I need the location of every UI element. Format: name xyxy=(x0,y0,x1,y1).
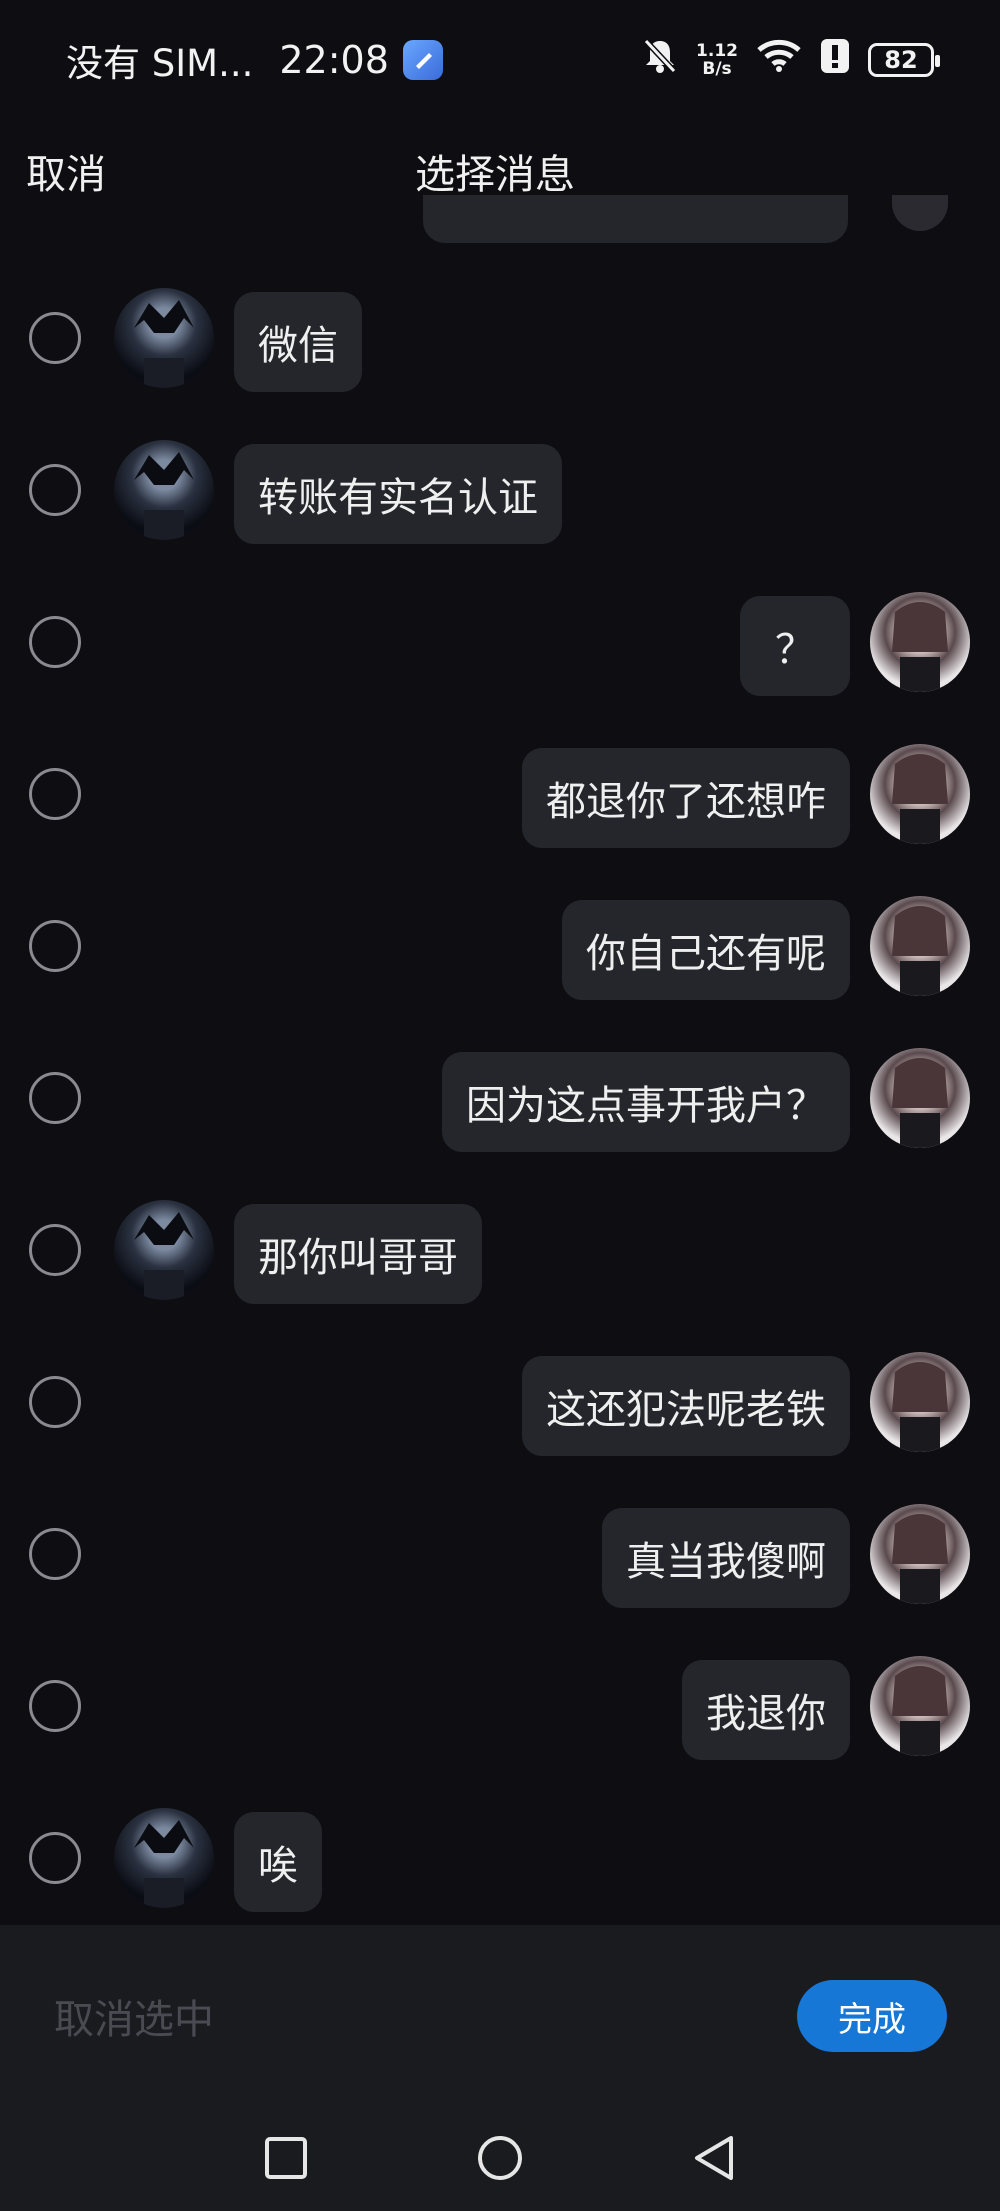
message-row[interactable]: 你自己还有呢 xyxy=(0,878,1000,1030)
message-bubble[interactable]: 都退你了还想咋 xyxy=(522,748,850,848)
partial-message-bubble xyxy=(423,195,848,243)
message-bubble[interactable]: 微信 xyxy=(234,292,362,392)
my-avatar[interactable] xyxy=(870,896,970,996)
select-radio[interactable] xyxy=(29,1376,81,1428)
unselect-button[interactable]: 取消选中 xyxy=(54,1987,214,2045)
message-bubble[interactable]: 我退你 xyxy=(682,1660,850,1760)
message-row[interactable]: 这还犯法呢老铁 xyxy=(0,1334,1000,1486)
message-bubble[interactable]: 因为这点事开我户？ xyxy=(442,1052,850,1152)
select-radio[interactable] xyxy=(29,1224,81,1276)
carrier-label: 没有 SIM... xyxy=(66,42,254,85)
select-radio[interactable] xyxy=(29,616,81,668)
message-bubble[interactable]: 转账有实名认证 xyxy=(234,444,562,544)
message-row[interactable]: 微信 xyxy=(0,270,1000,422)
contact-avatar[interactable] xyxy=(114,1808,214,1908)
partial-avatar xyxy=(892,195,948,231)
select-radio[interactable] xyxy=(29,768,81,820)
page-title: 选择消息 xyxy=(415,152,575,198)
select-radio[interactable] xyxy=(29,920,81,972)
network-speed-unit: B/s xyxy=(702,59,732,79)
message-bubble[interactable]: 这还犯法呢老铁 xyxy=(522,1356,850,1456)
contact-avatar[interactable] xyxy=(114,288,214,388)
message-bubble[interactable]: 那你叫哥哥 xyxy=(234,1204,482,1304)
wifi-icon xyxy=(756,38,802,82)
message-row[interactable]: 唉 xyxy=(0,1790,1000,1942)
back-icon[interactable] xyxy=(684,2128,744,2188)
message-row[interactable]: 真当我傻啊 xyxy=(0,1486,1000,1638)
recent-apps-icon[interactable] xyxy=(256,2128,316,2188)
message-row[interactable]: ？ xyxy=(0,574,1000,726)
selection-action-bar: 取消选中 完成 xyxy=(0,1925,1000,2100)
cancel-button[interactable]: 取消 xyxy=(26,142,106,200)
message-row[interactable]: 都退你了还想咋 xyxy=(0,726,1000,878)
contact-avatar[interactable] xyxy=(114,1200,214,1300)
my-avatar[interactable] xyxy=(870,1352,970,1452)
message-row[interactable]: 因为这点事开我户？ xyxy=(0,1030,1000,1182)
select-radio[interactable] xyxy=(29,1832,81,1884)
alert-icon xyxy=(820,38,850,83)
select-radio[interactable] xyxy=(29,1680,81,1732)
message-bubble[interactable]: 你自己还有呢 xyxy=(562,900,850,1000)
message-row[interactable]: 转账有实名认证 xyxy=(0,422,1000,574)
mute-bell-icon xyxy=(642,37,678,84)
message-bubble[interactable]: ？ xyxy=(740,596,850,696)
my-avatar[interactable] xyxy=(870,1048,970,1148)
status-bar: 没有 SIM... 22:08 1.12 B/s 82 xyxy=(0,0,1000,120)
done-button[interactable]: 完成 xyxy=(797,1980,947,2052)
home-icon[interactable] xyxy=(470,2128,530,2188)
clock: 22:08 xyxy=(279,38,389,82)
status-icons: 1.12 B/s 82 xyxy=(642,37,940,84)
my-avatar[interactable] xyxy=(870,744,970,844)
battery-icon: 82 xyxy=(868,43,940,77)
message-row[interactable]: 我退你 xyxy=(0,1638,1000,1790)
my-avatar[interactable] xyxy=(870,1504,970,1604)
contact-avatar[interactable] xyxy=(114,440,214,540)
select-radio[interactable] xyxy=(29,1072,81,1124)
select-radio[interactable] xyxy=(29,464,81,516)
network-speed: 1.12 B/s xyxy=(696,42,738,78)
my-avatar[interactable] xyxy=(870,592,970,692)
network-speed-value: 1.12 xyxy=(696,41,738,61)
my-avatar[interactable] xyxy=(870,1656,970,1756)
message-bubble[interactable]: 唉 xyxy=(234,1812,322,1912)
app-notification-icon xyxy=(402,40,443,80)
select-radio[interactable] xyxy=(29,1528,81,1580)
chat-select-screen: 没有 SIM... 22:08 1.12 B/s 82 取消 选择消息 微信 转… xyxy=(0,0,1000,2211)
battery-level: 82 xyxy=(884,46,918,74)
select-radio[interactable] xyxy=(29,312,81,364)
message-row[interactable]: 那你叫哥哥 xyxy=(0,1182,1000,1334)
message-bubble[interactable]: 真当我傻啊 xyxy=(602,1508,850,1608)
system-nav-bar xyxy=(0,2100,1000,2211)
message-list[interactable]: 微信 转账有实名认证 ？ 都退你了还想咋 你自己还有呢 因为这点事开我户？ 那你… xyxy=(0,270,1000,1925)
